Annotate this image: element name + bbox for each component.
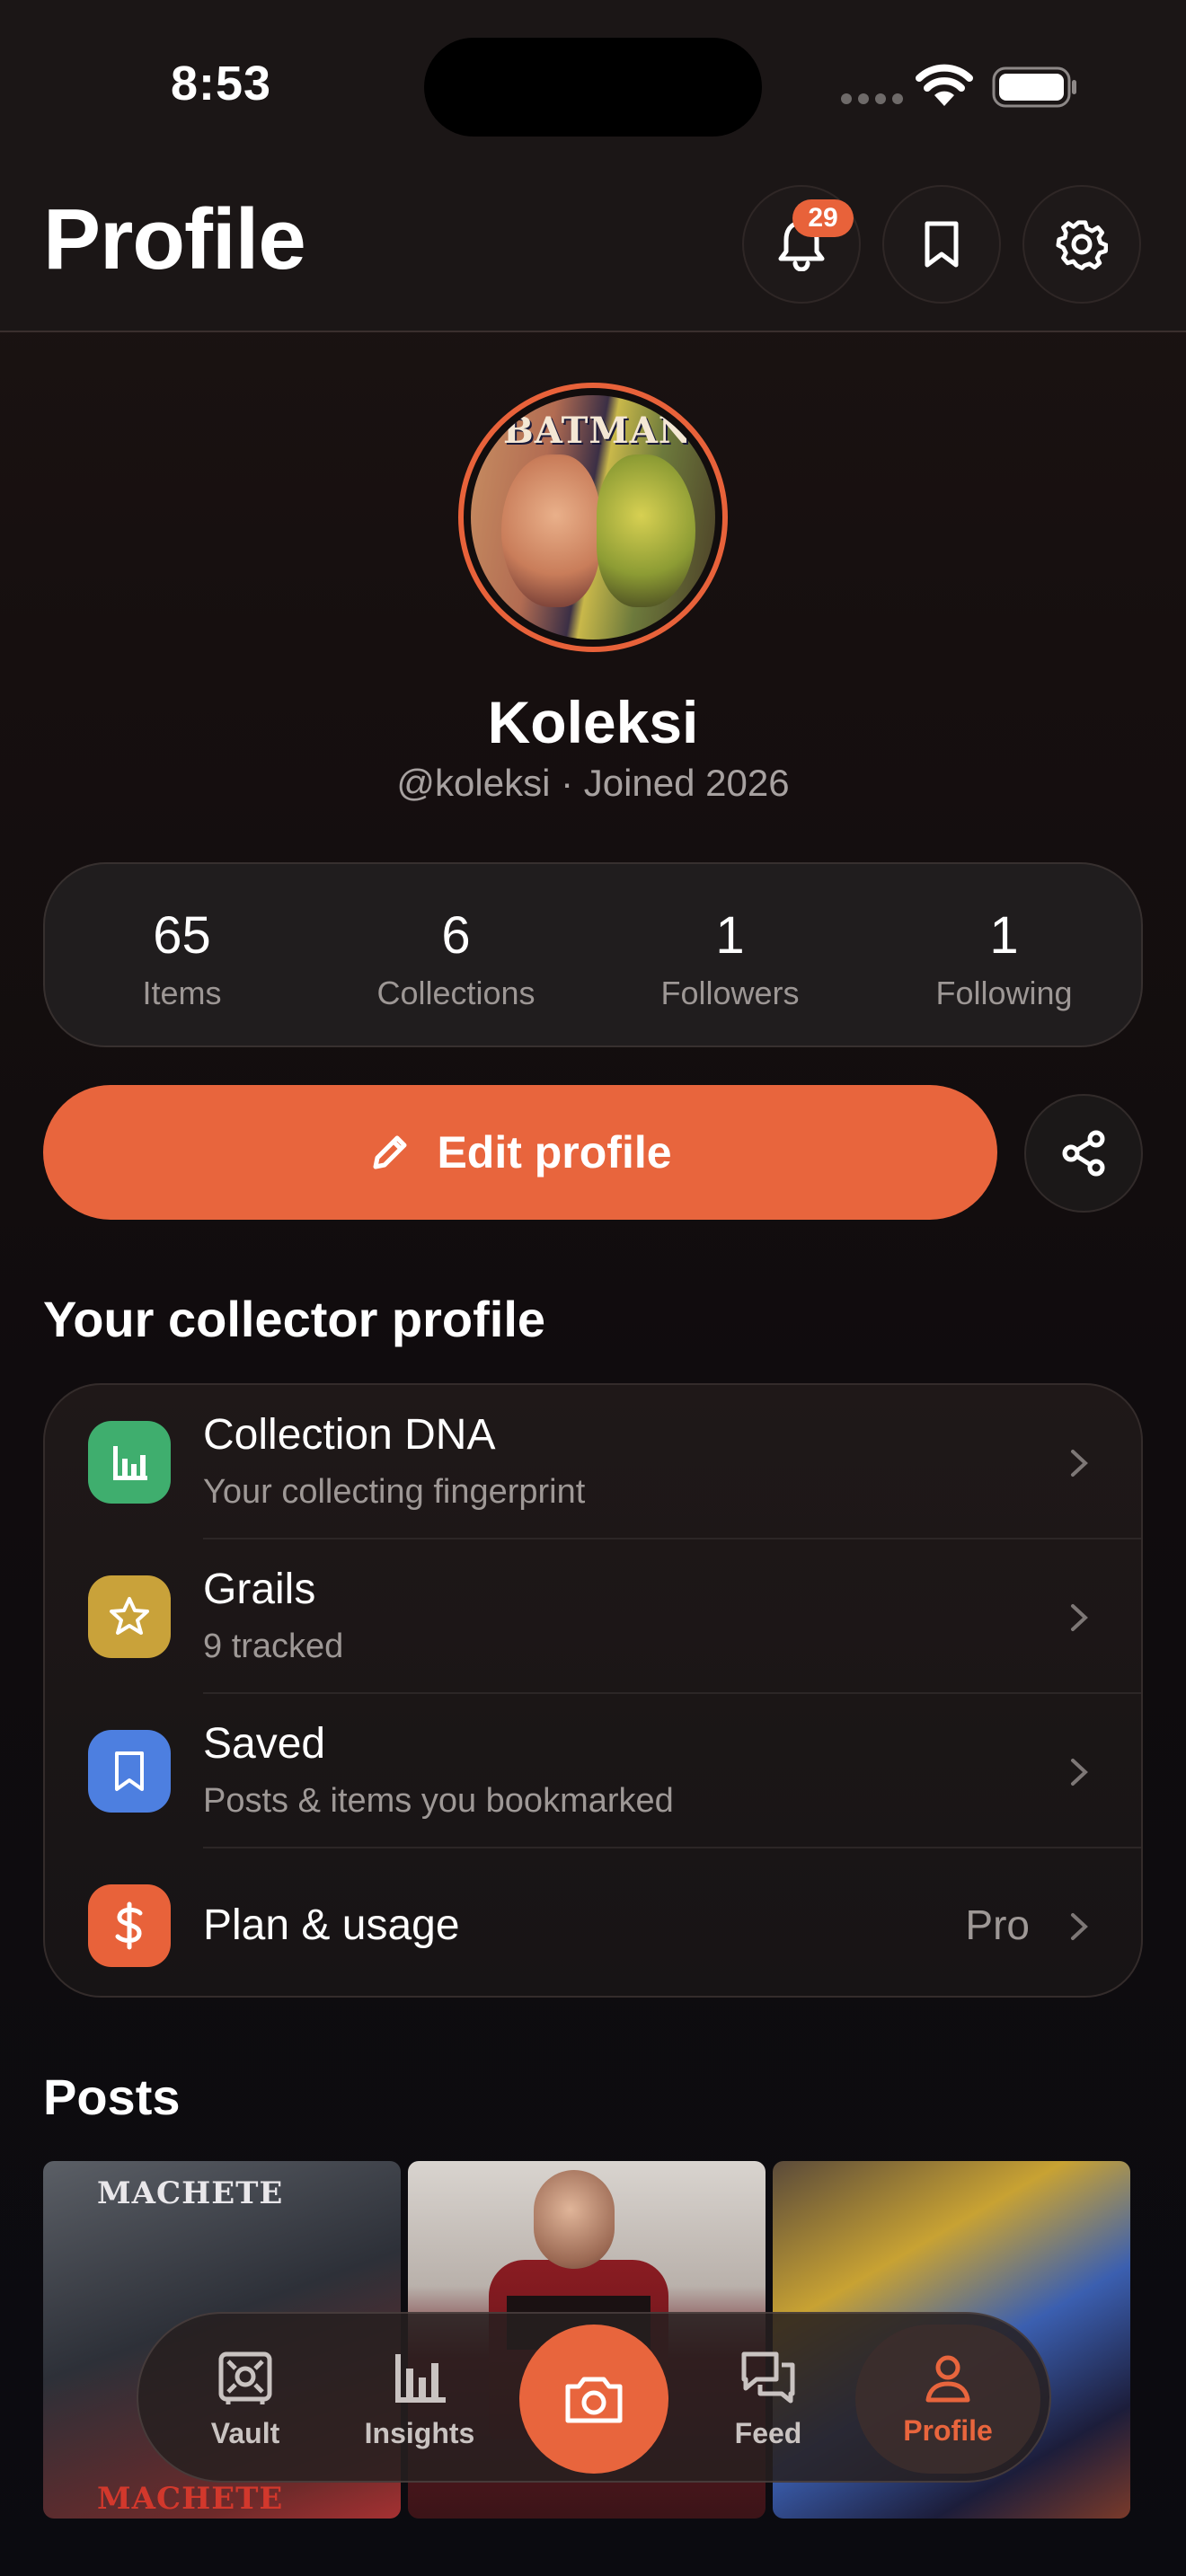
insights-icon — [395, 2353, 446, 2403]
stat-items[interactable]: 65 Items — [45, 864, 319, 1045]
stat-following[interactable]: 1 Following — [867, 864, 1141, 1045]
row-subtitle: 9 tracked — [203, 1628, 344, 1665]
profile-name: Koleksi — [487, 689, 699, 755]
stat-followers[interactable]: 1 Followers — [593, 864, 867, 1045]
chevron-right-icon — [1071, 1759, 1088, 1786]
row-title: Plan & usage — [203, 1901, 460, 1949]
avatar-comic-title: BATMAN — [503, 410, 693, 452]
post-label-bottom: MACHETE — [97, 2481, 284, 2517]
tab-profile[interactable]: Profile — [855, 2325, 1040, 2474]
chevron-right-icon — [1071, 1913, 1088, 1940]
row-plan-usage[interactable]: Plan & usage Pro — [45, 1848, 1141, 1996]
pencil-icon — [373, 1135, 407, 1169]
row-title: Saved — [203, 1720, 326, 1768]
stat-label: Followers — [660, 975, 800, 1011]
tab-label: Feed — [734, 2416, 802, 2449]
dynamic-island — [424, 38, 762, 137]
notifications-button[interactable]: 29 — [742, 185, 861, 304]
avatar-image: BATMAN — [471, 395, 715, 640]
wifi-icon — [916, 64, 973, 106]
camera-icon — [565, 2377, 623, 2423]
plan-value: Pro — [965, 1901, 1030, 1948]
row-subtitle: Your collecting fingerprint — [203, 1473, 586, 1511]
vault-icon — [218, 2351, 272, 2404]
avatar[interactable]: BATMAN — [458, 383, 728, 652]
chevron-right-icon — [1071, 1450, 1088, 1477]
dollar-icon — [88, 1884, 171, 1967]
tab-label: Insights — [364, 2416, 475, 2449]
top-bar: 8:53 Profile 29 — [0, 0, 1186, 332]
chat-bubbles-icon — [741, 2351, 795, 2403]
row-title: Grails — [203, 1566, 316, 1613]
tab-bar: Vault Insights Feed Profile — [137, 2312, 1051, 2483]
stat-value: 1 — [715, 906, 745, 965]
stat-label: Items — [142, 975, 222, 1011]
share-button[interactable] — [1024, 1094, 1143, 1213]
stat-collections[interactable]: 6 Collections — [319, 864, 593, 1045]
stat-value: 6 — [441, 906, 471, 965]
row-saved[interactable]: Saved Posts & items you bookmarked — [45, 1694, 1141, 1848]
edit-profile-button[interactable]: Edit profile — [43, 1085, 997, 1220]
tab-label: Profile — [903, 2413, 993, 2447]
bar-chart-icon — [88, 1421, 171, 1504]
battery-icon — [992, 66, 1076, 108]
row-subtitle: Posts & items you bookmarked — [203, 1782, 674, 1820]
chevron-right-icon — [1071, 1604, 1088, 1631]
edit-profile-label: Edit profile — [437, 1127, 672, 1178]
stat-value: 65 — [153, 906, 211, 965]
settings-button[interactable] — [1022, 185, 1141, 304]
bookmark-icon — [88, 1730, 171, 1813]
cellular-signal-icon — [841, 93, 903, 104]
posts-section-title: Posts — [43, 2069, 181, 2125]
gear-icon — [1056, 220, 1108, 270]
bookmarks-button[interactable] — [882, 185, 1001, 304]
camera-button[interactable] — [519, 2325, 668, 2474]
row-grails[interactable]: Grails 9 tracked — [45, 1539, 1141, 1694]
share-icon — [1062, 1130, 1105, 1177]
stats-card: 65 Items 6 Collections 1 Followers 1 Fol… — [43, 862, 1143, 1047]
collector-section-title: Your collector profile — [43, 1291, 546, 1347]
tab-insights[interactable]: Insights — [336, 2314, 503, 2484]
stat-label: Collections — [376, 975, 535, 1011]
star-icon — [88, 1575, 171, 1658]
post-label-top: MACHETE — [97, 2175, 284, 2211]
tab-feed[interactable]: Feed — [685, 2314, 852, 2484]
profile-handle-joined: @koleksi · Joined 2026 — [396, 762, 790, 804]
bookmark-icon — [925, 221, 959, 268]
page-title: Profile — [43, 191, 306, 287]
row-title: Collection DNA — [203, 1411, 496, 1459]
stat-value: 1 — [989, 906, 1019, 965]
person-icon — [925, 2355, 970, 2402]
notification-badge: 29 — [792, 199, 854, 237]
collector-profile-list: Collection DNA Your collecting fingerpri… — [43, 1383, 1143, 1998]
stat-label: Following — [935, 975, 1073, 1011]
row-collection-dna[interactable]: Collection DNA Your collecting fingerpri… — [45, 1385, 1141, 1539]
status-time: 8:53 — [171, 57, 272, 110]
tab-vault[interactable]: Vault — [162, 2314, 329, 2484]
tab-label: Vault — [210, 2416, 280, 2449]
